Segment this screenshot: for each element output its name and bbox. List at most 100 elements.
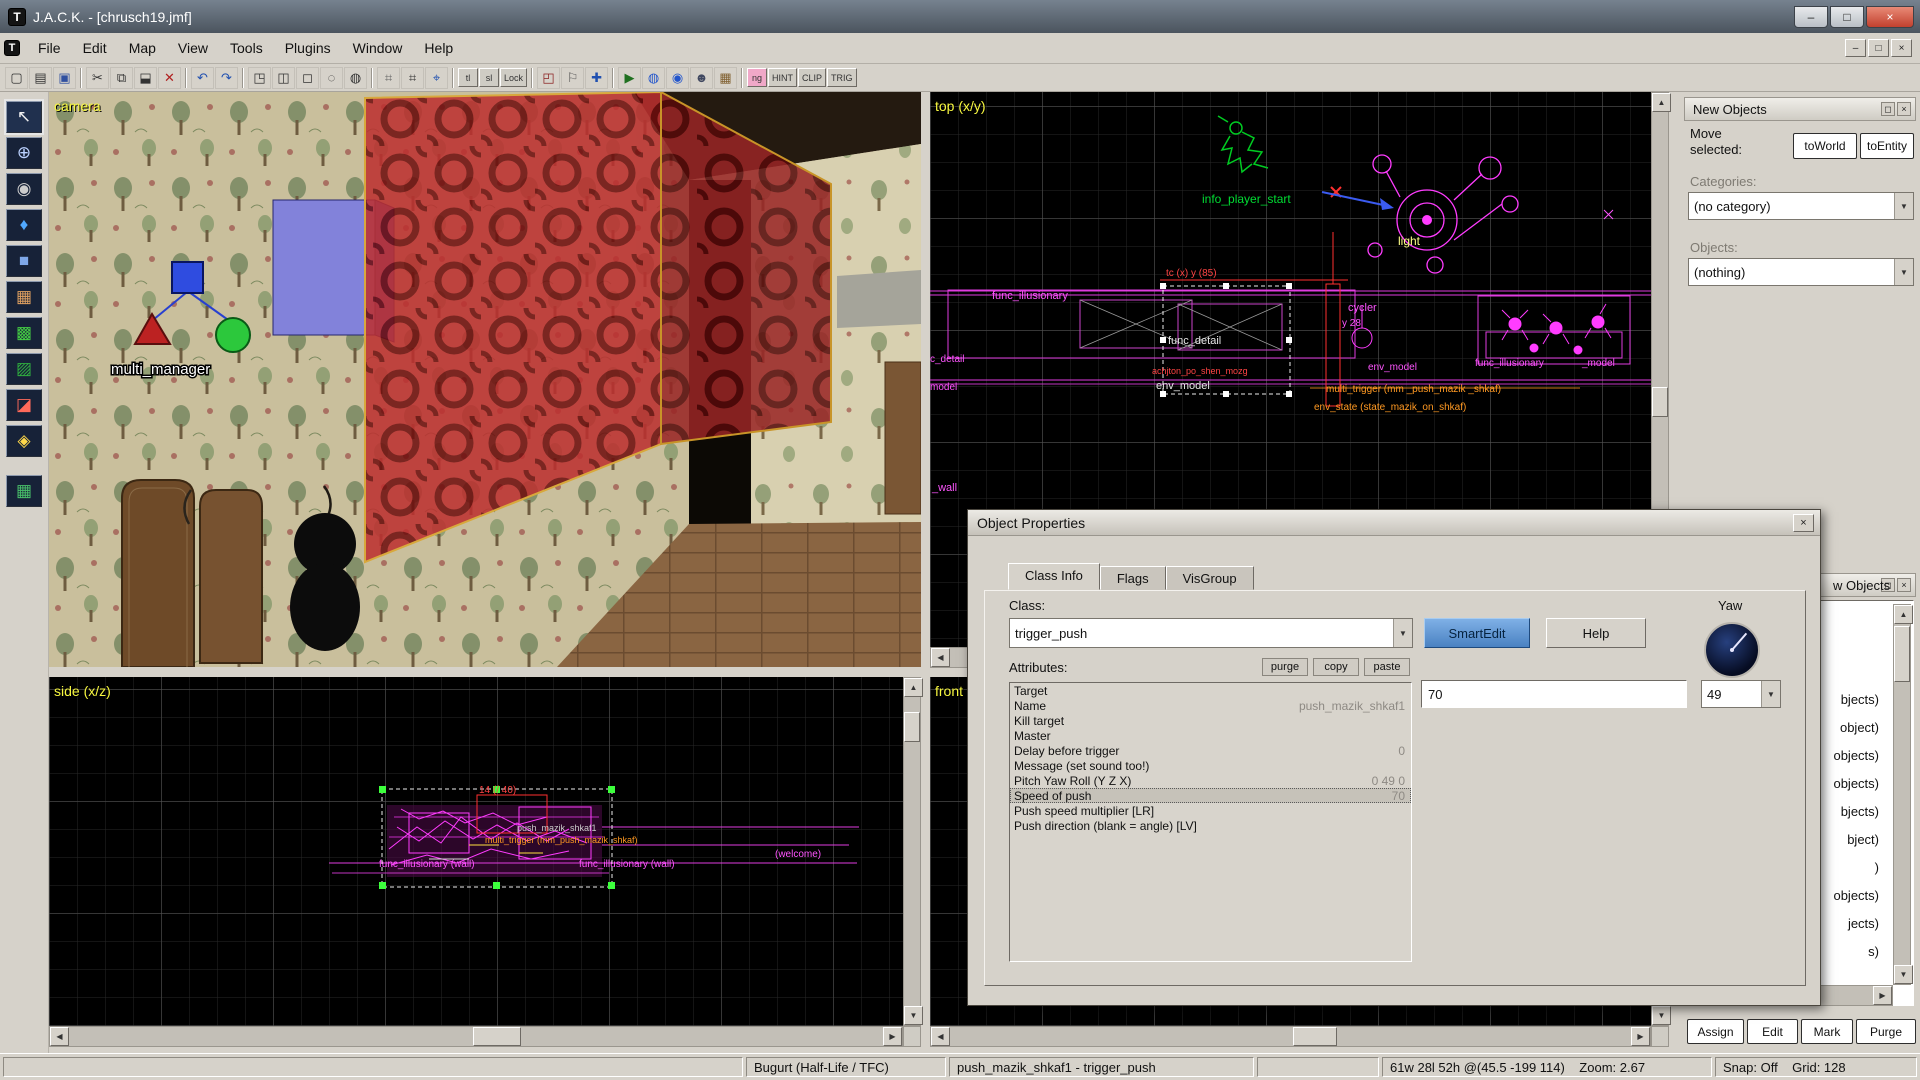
flags-icon[interactable]: ⚐ bbox=[561, 67, 584, 89]
scrollbar-thumb[interactable] bbox=[1894, 626, 1910, 682]
snap-to-grid-icon[interactable]: ⌖ bbox=[425, 67, 448, 89]
attribute-row[interactable]: Push speed multiplier [LR] bbox=[1010, 803, 1411, 818]
scroll-up-icon[interactable]: ▲ bbox=[904, 678, 923, 697]
menu-tools[interactable]: Tools bbox=[219, 35, 274, 61]
path-tool-icon[interactable]: ▦ bbox=[6, 475, 42, 507]
tab-visgroup[interactable]: VisGroup bbox=[1166, 566, 1254, 590]
edit-button[interactable]: Edit bbox=[1747, 1019, 1798, 1044]
player-view-icon[interactable]: ☻ bbox=[690, 67, 713, 89]
scrollbar-track[interactable] bbox=[950, 1027, 1631, 1046]
mark-button[interactable]: Mark bbox=[1801, 1019, 1853, 1044]
scroll-right-icon[interactable]: ▶ bbox=[1873, 986, 1892, 1005]
magnify-tool-icon[interactable]: ⊕ bbox=[6, 137, 42, 169]
texture-lock-icon[interactable]: tl bbox=[458, 68, 478, 87]
front-viewport-hscrollbar[interactable]: ◀▶ bbox=[930, 1026, 1651, 1047]
copy-icon[interactable]: ⧉ bbox=[110, 67, 133, 89]
attribute-list[interactable]: TargetNamepush_mazik_shkaf1Kill targetMa… bbox=[1009, 682, 1412, 962]
new-file-icon[interactable]: ▢ bbox=[5, 67, 28, 89]
block-tool-icon[interactable]: ■ bbox=[6, 245, 42, 277]
undo-icon[interactable]: ↶ bbox=[191, 67, 214, 89]
world-info-icon[interactable]: ◉ bbox=[666, 67, 689, 89]
scrollbar-track[interactable] bbox=[904, 697, 920, 1006]
no-draw-icon[interactable]: ng bbox=[747, 68, 767, 87]
scroll-up-icon[interactable]: ▲ bbox=[1894, 605, 1913, 624]
tab-flags[interactable]: Flags bbox=[1100, 566, 1166, 590]
scroll-down-icon[interactable]: ▼ bbox=[904, 1006, 923, 1025]
viewport-3d-camera[interactable]: multi_manager camera bbox=[49, 92, 921, 667]
attribute-row[interactable]: Pitch Yaw Roll (Y Z X)0 49 0 bbox=[1010, 773, 1411, 788]
smaller-grid-icon[interactable]: ⌗ bbox=[377, 67, 400, 89]
scroll-left-icon[interactable]: ◀ bbox=[931, 648, 950, 667]
attribute-row[interactable]: Delay before trigger0 bbox=[1010, 743, 1411, 758]
tab-class-info[interactable]: Class Info bbox=[1008, 563, 1100, 590]
lock-icon[interactable]: Lock bbox=[500, 68, 527, 87]
to-world-button[interactable]: toWorld bbox=[1793, 133, 1857, 159]
carve-icon[interactable]: ◳ bbox=[248, 67, 271, 89]
clipping-tool-icon[interactable]: ◪ bbox=[6, 389, 42, 421]
close-button[interactable]: × bbox=[1866, 6, 1914, 28]
scrollbar-track[interactable] bbox=[69, 1027, 883, 1046]
help-button[interactable]: Help bbox=[1546, 618, 1646, 648]
dialog-title-bar[interactable]: Object Properties × bbox=[968, 510, 1820, 536]
trigger-brush-icon[interactable]: TRIG bbox=[827, 68, 857, 87]
hint-brush-icon[interactable]: HINT bbox=[768, 68, 797, 87]
assign-button[interactable]: Assign bbox=[1687, 1019, 1744, 1044]
copy-button[interactable]: copy bbox=[1313, 658, 1359, 676]
dock-close-icon[interactable]: × bbox=[1897, 578, 1911, 592]
camera-tool-icon[interactable]: ◉ bbox=[6, 173, 42, 205]
to-entity-button[interactable]: toEntity bbox=[1860, 133, 1914, 159]
attribute-row[interactable]: Namepush_mazik_shkaf1 bbox=[1010, 698, 1411, 713]
attribute-value-input[interactable] bbox=[1421, 680, 1687, 708]
scrollbar-track[interactable] bbox=[1894, 624, 1910, 965]
purge-button[interactable]: purge bbox=[1262, 658, 1308, 676]
side-viewport-vscrollbar[interactable]: ▲▼ bbox=[903, 677, 921, 1026]
cut-icon[interactable]: ✂ bbox=[86, 67, 109, 89]
apply-decal-tool-icon[interactable]: ▨ bbox=[6, 353, 42, 385]
menu-plugins[interactable]: Plugins bbox=[274, 35, 342, 61]
redo-icon[interactable]: ↷ bbox=[215, 67, 238, 89]
scroll-right-icon[interactable]: ▶ bbox=[883, 1027, 902, 1046]
group-icon[interactable]: ◫ bbox=[272, 67, 295, 89]
viewport-2d-side[interactable]: side (x/z) 14 (/ 40)push_mazik_shkaf1mul… bbox=[49, 677, 903, 1026]
title-bar[interactable]: T J.A.C.K. - [chrusch19.jmf] – □ × bbox=[0, 0, 1920, 33]
smartedit-button[interactable]: SmartEdit bbox=[1424, 618, 1530, 648]
dialog-close-icon[interactable]: × bbox=[1793, 514, 1814, 532]
dock-close-icon[interactable]: × bbox=[1897, 102, 1911, 116]
model-browser-icon[interactable]: ▦ bbox=[714, 67, 737, 89]
menu-map[interactable]: Map bbox=[118, 35, 167, 61]
menu-help[interactable]: Help bbox=[413, 35, 464, 61]
attribute-row[interactable]: Target bbox=[1010, 683, 1411, 698]
yaw-value-dropdown[interactable]: 49 ▼ bbox=[1701, 680, 1781, 708]
dock-header-new-objects[interactable]: New Objects ◻ × bbox=[1684, 97, 1916, 121]
compile-icon[interactable]: ◍ bbox=[642, 67, 665, 89]
save-file-icon[interactable]: ▣ bbox=[53, 67, 76, 89]
chevron-down-icon[interactable]: ▼ bbox=[1894, 193, 1913, 219]
run-map-icon[interactable]: ▶ bbox=[618, 67, 641, 89]
vertical-splitter[interactable] bbox=[921, 92, 930, 1053]
delete-icon[interactable]: ✕ bbox=[158, 67, 181, 89]
mdi-minimize-button[interactable]: – bbox=[1845, 39, 1866, 57]
dock-pin-icon[interactable]: ◻ bbox=[1881, 102, 1895, 116]
attribute-row[interactable]: Master bbox=[1010, 728, 1411, 743]
larger-grid-icon[interactable]: ⌗ bbox=[401, 67, 424, 89]
purge-button[interactable]: Purge bbox=[1856, 1019, 1916, 1044]
scrollbar-thumb[interactable] bbox=[1293, 1027, 1337, 1046]
scroll-left-icon[interactable]: ◀ bbox=[50, 1027, 69, 1046]
scale-lock-icon[interactable]: sl bbox=[479, 68, 499, 87]
select-tool-icon[interactable]: ↖ bbox=[6, 101, 42, 133]
attribute-row[interactable]: Push direction (blank = angle) [LV] bbox=[1010, 818, 1411, 833]
scroll-down-icon[interactable]: ▼ bbox=[1652, 1006, 1671, 1025]
cordon-icon[interactable]: ◰ bbox=[537, 67, 560, 89]
menu-file[interactable]: File bbox=[27, 35, 72, 61]
categories-dropdown[interactable]: (no category) ▼ bbox=[1688, 192, 1914, 220]
paste-button[interactable]: paste bbox=[1364, 658, 1410, 676]
measure-icon[interactable]: ✚ bbox=[585, 67, 608, 89]
ungroup-icon[interactable]: ◻ bbox=[296, 67, 319, 89]
scroll-left-icon[interactable]: ◀ bbox=[931, 1027, 950, 1046]
show-all-icon[interactable]: ◍ bbox=[344, 67, 367, 89]
entity-tool-icon[interactable]: ♦ bbox=[6, 209, 42, 241]
yaw-dial[interactable] bbox=[1704, 622, 1760, 678]
hide-selected-icon[interactable]: ◌ bbox=[320, 67, 343, 89]
restore-button[interactable]: □ bbox=[1830, 6, 1864, 28]
chevron-down-icon[interactable]: ▼ bbox=[1894, 259, 1913, 285]
